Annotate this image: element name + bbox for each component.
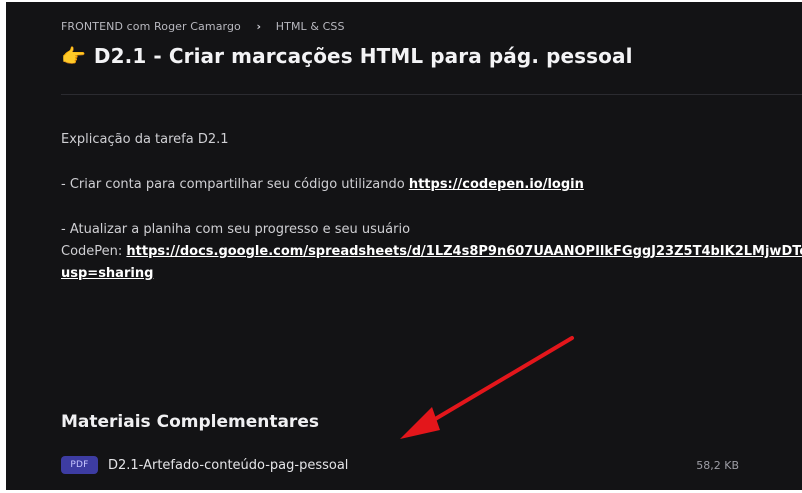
description-line-4-text: CodePen: (61, 244, 127, 259)
red-arrow-annotation-icon (400, 336, 574, 439)
spreadsheet-link[interactable]: https://docs.google.com/spreadsheets/d/1… (126, 244, 802, 259)
materials-heading: Materiais Complementares (61, 412, 319, 432)
description-line-2: - Criar conta para compartilhar seu códi… (61, 174, 802, 196)
breadcrumb-section[interactable]: HTML & CSS (276, 20, 345, 33)
page-title: D2.1 - Criar marcações HTML para pág. pe… (93, 44, 633, 68)
divider (61, 94, 802, 95)
pdf-badge: PDF (61, 456, 98, 474)
file-size: 58,2 KB (696, 458, 739, 472)
title-row: 👉 D2.1 - Criar marcações HTML para pág. … (61, 44, 633, 68)
description-line-1: Explicação da tarefa D2.1 (61, 132, 229, 147)
spreadsheet-link-continued[interactable]: usp=sharing (61, 266, 153, 281)
description-line-4: CodePen: https://docs.google.com/spreads… (61, 241, 802, 263)
description-line-3: - Atualizar a planiha com seu progresso … (61, 222, 411, 237)
description-line-5: usp=sharing (61, 263, 802, 285)
codepen-login-link[interactable]: https://codepen.io/login (409, 177, 584, 192)
file-name[interactable]: D2.1-Artefado-conteúdo-pag-pessoal (108, 458, 348, 473)
breadcrumb-course[interactable]: FRONTEND com Roger Camargo (61, 20, 241, 33)
breadcrumb: FRONTEND com Roger Camargo › HTML & CSS (61, 20, 345, 33)
task-panel: FRONTEND com Roger Camargo › HTML & CSS … (6, 2, 802, 490)
task-description: Explicação da tarefa D2.1 - Criar conta … (61, 129, 802, 285)
chevron-right-icon: › (256, 20, 262, 33)
pointing-hand-icon: 👉 (61, 44, 86, 68)
material-file-item[interactable]: PDF D2.1-Artefado-conteúdo-pag-pessoal 5… (61, 454, 751, 476)
description-line-2-text: - Criar conta para compartilhar seu códi… (61, 177, 409, 192)
